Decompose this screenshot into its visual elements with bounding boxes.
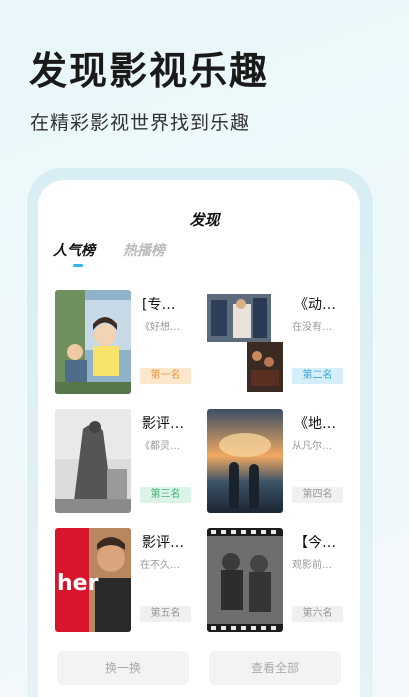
item-description: 观影前… <box>292 560 332 571</box>
tab-popular[interactable]: 人气榜 <box>53 240 95 260</box>
item-title: 《动… <box>294 297 336 313</box>
rank-badge: 第五名 <box>140 606 191 622</box>
poster-image <box>207 528 283 632</box>
poster-image <box>207 290 283 394</box>
rank-badge: 第二名 <box>292 368 343 384</box>
ranking-item-5[interactable]: her 影评… 在不久… 第五名 <box>55 528 200 638</box>
refresh-button[interactable]: 换一换 <box>57 651 189 685</box>
ranking-item-4[interactable]: 《地… 从凡尔… 第四名 <box>207 409 352 519</box>
item-title: 影评… <box>142 535 184 551</box>
poster-image <box>55 290 131 394</box>
ranking-item-6[interactable]: 【今… 观影前… 第六名 <box>207 528 352 638</box>
item-title: [专… <box>142 297 176 313</box>
svg-text:her: her <box>57 571 99 596</box>
rank-badge: 第一名 <box>140 368 191 384</box>
rank-badge: 第六名 <box>292 606 343 622</box>
item-description: 从凡尔… <box>292 441 332 452</box>
active-tab-indicator <box>73 264 83 267</box>
rank-badge: 第四名 <box>292 487 343 503</box>
page-title: 发现 <box>189 211 220 229</box>
poster-image: her <box>55 528 131 632</box>
item-description: 在没有… <box>292 322 332 333</box>
item-title: 影评… <box>142 416 184 432</box>
tab-trending[interactable]: 热播榜 <box>123 240 165 260</box>
item-description: 《好想… <box>140 322 180 333</box>
view-all-button[interactable]: 查看全部 <box>209 651 341 685</box>
poster-image <box>55 409 131 513</box>
ranking-item-2[interactable]: 《动… 在没有… 第二名 <box>207 290 352 400</box>
item-description: 在不久… <box>140 560 180 571</box>
item-description: 《都灵… <box>140 441 180 452</box>
item-title: 【今… <box>294 535 336 551</box>
ranking-item-3[interactable]: 影评… 《都灵… 第三名 <box>55 409 200 519</box>
poster-image <box>207 409 283 513</box>
hero-title: 发现影视乐趣 <box>29 49 270 93</box>
ranking-item-1[interactable]: [专… 《好想… 第一名 <box>55 290 200 400</box>
hero-subtitle: 在精彩影视世界找到乐趣 <box>30 112 251 134</box>
rank-badge: 第三名 <box>140 487 191 503</box>
item-title: 《地… <box>294 416 336 432</box>
